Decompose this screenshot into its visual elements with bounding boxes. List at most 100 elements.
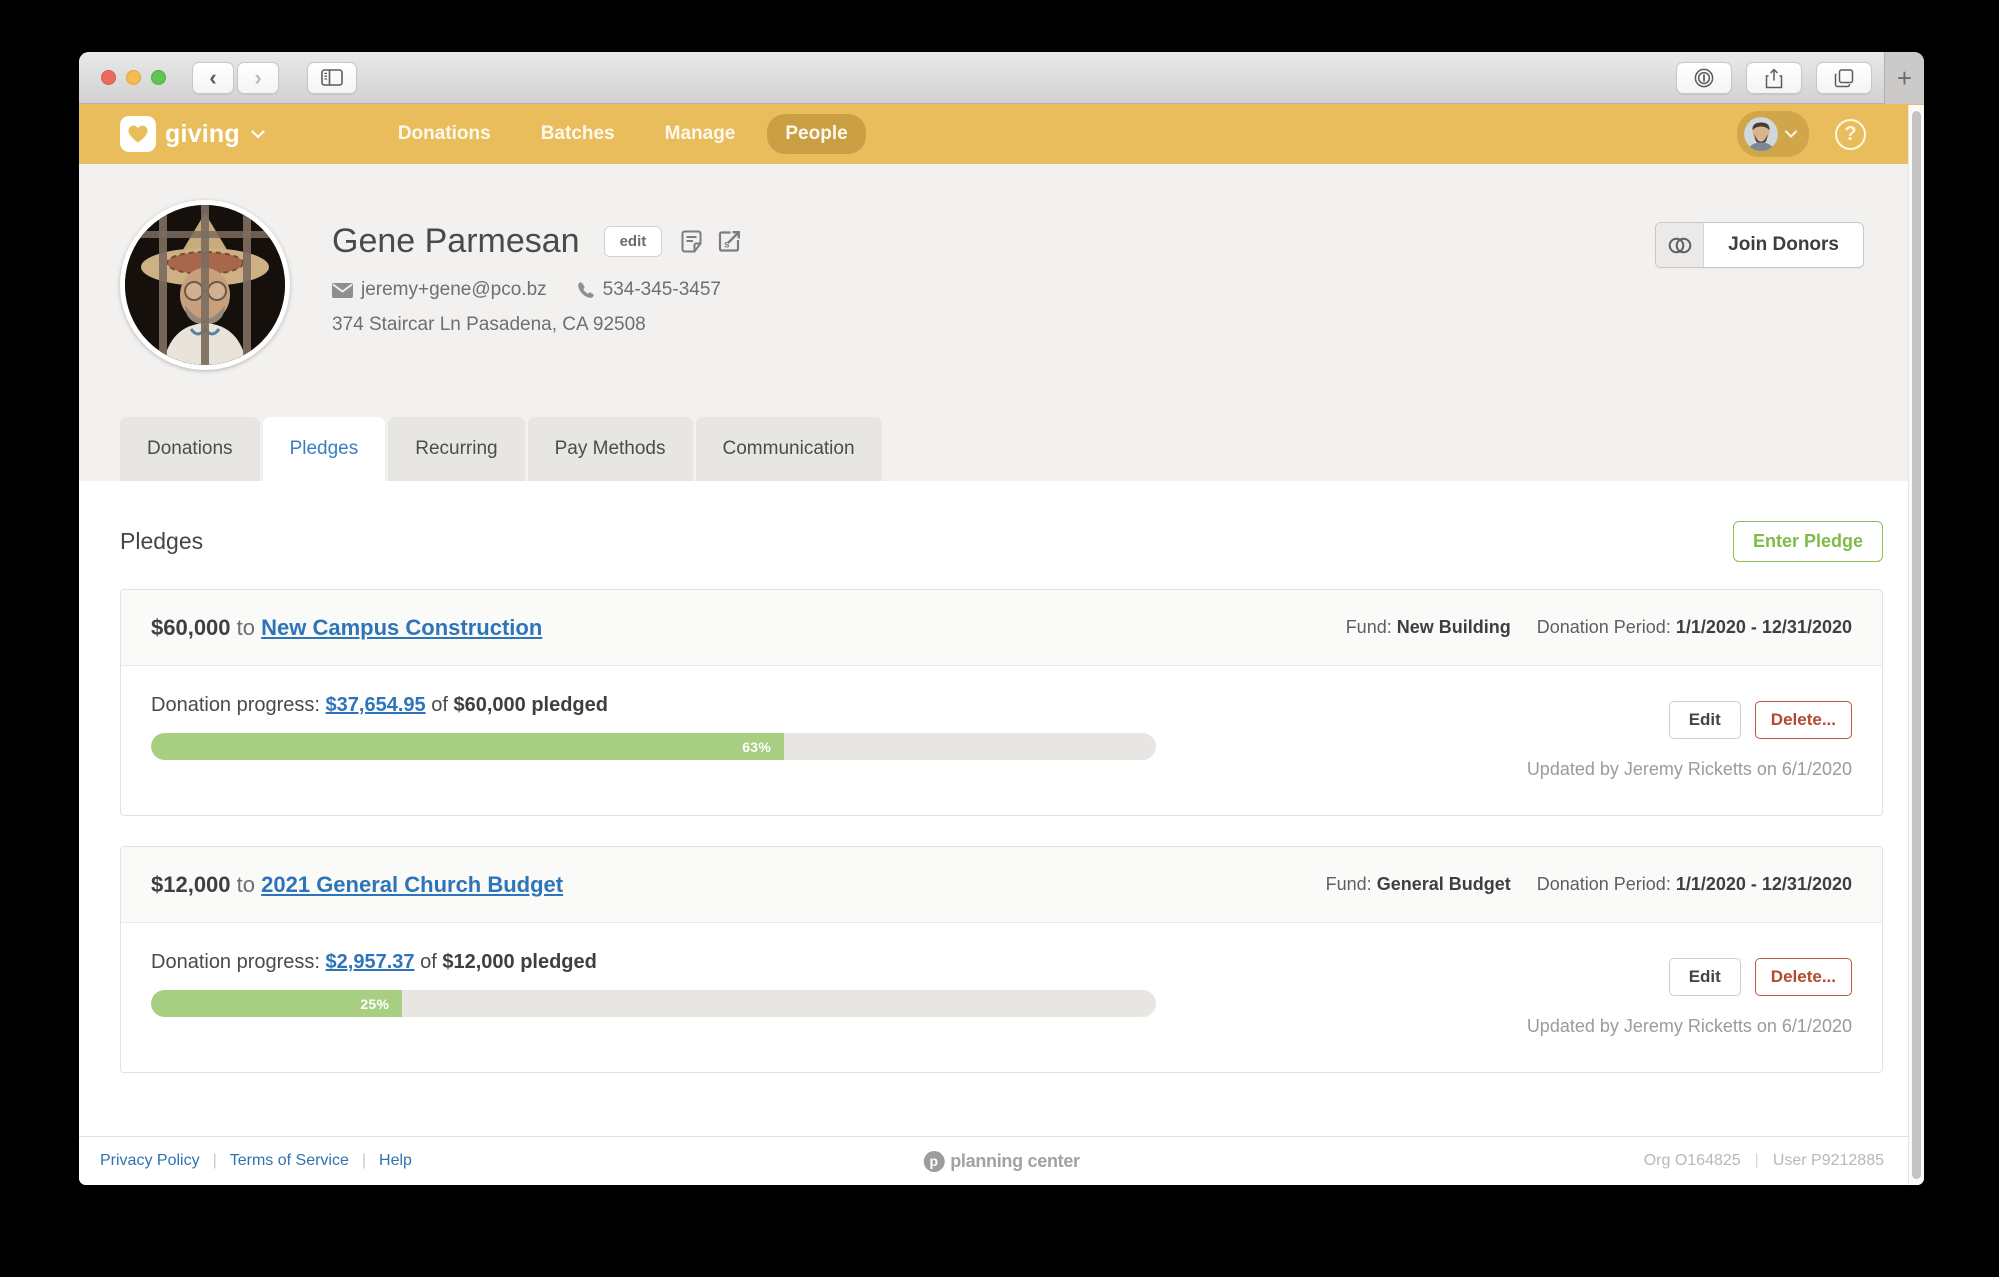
minimize-window-button[interactable] xyxy=(126,70,141,85)
scrollbar-track[interactable] xyxy=(1908,105,1924,1185)
period-pair: Donation Period: 1/1/2020 - 12/31/2020 xyxy=(1537,617,1852,638)
password-extension-button[interactable] xyxy=(1676,62,1732,94)
brand-name: giving xyxy=(165,119,240,148)
terms-of-service-link[interactable]: Terms of Service xyxy=(230,1152,349,1170)
pledge-amount: $12,000 xyxy=(151,871,231,897)
progress-bar-fill: 63% xyxy=(151,733,785,760)
section-title: Pledges xyxy=(120,528,204,554)
pledge-card-header: $60,000 to New Campus Construction Fund:… xyxy=(121,590,1882,666)
delete-pledge-button[interactable]: Delete... xyxy=(1754,958,1852,996)
pledge-summary: $12,000 to 2021 General Church Budget xyxy=(151,872,563,898)
merge-donors-icon xyxy=(1656,223,1705,267)
address-line: 374 Staircar Ln Pasadena, CA 92508 xyxy=(332,314,646,335)
of-word: of xyxy=(420,951,437,973)
nav-item-donations[interactable]: Donations xyxy=(380,114,509,154)
nav-item-people[interactable]: People xyxy=(767,114,866,154)
tab-communication[interactable]: Communication xyxy=(695,417,882,481)
tabs-overview-icon xyxy=(1834,68,1854,88)
join-donors-label: Join Donors xyxy=(1728,234,1839,255)
actions-column: Edit Delete... Updated by Jeremy Rickett… xyxy=(1156,951,1852,1072)
to-word: to xyxy=(236,614,256,640)
pledge-card-header: $12,000 to 2021 General Church Budget Fu… xyxy=(121,847,1882,923)
join-donors-button[interactable]: Join Donors xyxy=(1655,222,1864,268)
close-window-button[interactable] xyxy=(101,70,116,85)
zoom-window-button[interactable] xyxy=(151,70,166,85)
period-value: 1/1/2020 - 12/31/2020 xyxy=(1675,617,1852,637)
profile-photo xyxy=(120,200,290,370)
tab-recurring[interactable]: Recurring xyxy=(388,417,525,481)
fund-pair: Fund: General Budget xyxy=(1326,874,1511,895)
pledge-card-body: Donation progress: $2,957.37 of $12,000 … xyxy=(121,923,1882,1072)
progress-column: Donation progress: $2,957.37 of $12,000 … xyxy=(151,951,1156,1072)
pledges-panel: Pledges Enter Pledge $60,000 to New Camp… xyxy=(79,481,1924,1136)
question-mark-icon: ? xyxy=(1844,122,1857,145)
pledged-amount: $12,000 pledged xyxy=(442,951,597,973)
edit-pledge-button[interactable]: Edit xyxy=(1668,701,1741,739)
window-controls xyxy=(101,70,166,85)
period-pair: Donation Period: 1/1/2020 - 12/31/2020 xyxy=(1537,874,1852,895)
nav-item-manage[interactable]: Manage xyxy=(647,114,754,154)
progress-percent-label: 25% xyxy=(360,995,390,1012)
profile-tabs: Donations Pledges Recurring Pay Methods … xyxy=(120,417,1924,481)
updated-by-text: Updated by Jeremy Ricketts on 6/1/2020 xyxy=(1526,1016,1852,1036)
browser-window: ‹ › + giving Donations Batches Manage Pe… xyxy=(79,52,1924,1185)
phone-icon xyxy=(577,281,595,299)
chevron-down-icon xyxy=(1785,130,1797,138)
share-button[interactable] xyxy=(1746,62,1802,94)
help-button[interactable]: ? xyxy=(1835,118,1866,150)
pledge-summary: $60,000 to New Campus Construction xyxy=(151,615,542,641)
scrollbar-thumb[interactable] xyxy=(1912,111,1921,1179)
account-menu[interactable] xyxy=(1737,111,1809,157)
fund-label: Fund: xyxy=(1345,617,1392,637)
progress-bar-fill: 25% xyxy=(151,990,403,1017)
brand-block[interactable]: giving xyxy=(120,116,265,152)
pledge-actions: Edit Delete... xyxy=(1668,701,1852,739)
note-icon[interactable] xyxy=(680,230,703,253)
divider: | xyxy=(212,1152,217,1169)
divider: | xyxy=(361,1152,367,1169)
nav-item-batches[interactable]: Batches xyxy=(523,114,633,154)
history-nav: ‹ › xyxy=(192,61,279,94)
progress-bar-track: 63% xyxy=(151,733,1156,760)
sidebar-toggle-button[interactable] xyxy=(307,61,357,94)
app-nav: Donations Batches Manage People xyxy=(380,114,866,154)
delete-pledge-button[interactable]: Delete... xyxy=(1754,701,1852,739)
pledge-card: $60,000 to New Campus Construction Fund:… xyxy=(120,589,1883,816)
email-item: jeremy+gene@pco.bz xyxy=(332,279,547,301)
help-link[interactable]: Help xyxy=(379,1152,412,1170)
app-footer: Privacy Policy | Terms of Service | Help… xyxy=(79,1136,1924,1185)
profile-quick-icons: s xyxy=(680,230,741,253)
donated-amount-link[interactable]: $2,957.37 xyxy=(326,951,415,973)
phone-value: 534-345-3457 xyxy=(602,279,721,300)
plus-icon: + xyxy=(1896,62,1913,93)
updated-by-text: Updated by Jeremy Ricketts on 6/1/2020 xyxy=(1526,759,1852,779)
back-button[interactable]: ‹ xyxy=(192,61,234,94)
edit-pledge-button[interactable]: Edit xyxy=(1668,958,1741,996)
pledge-actions: Edit Delete... xyxy=(1668,958,1852,996)
edit-profile-button[interactable]: edit xyxy=(603,226,663,257)
actions-column: Edit Delete... Updated by Jeremy Rickett… xyxy=(1156,694,1852,815)
tab-pledges[interactable]: Pledges xyxy=(262,417,386,481)
forward-button[interactable]: › xyxy=(237,61,279,94)
giving-logo-icon xyxy=(120,116,156,152)
donated-amount-link[interactable]: $37,654.95 xyxy=(326,694,426,716)
open-in-services-icon[interactable]: s xyxy=(718,230,741,253)
pledges-header: Pledges Enter Pledge xyxy=(120,521,1883,562)
tab-donations[interactable]: Donations xyxy=(120,417,260,481)
fund-pair: Fund: New Building xyxy=(1346,617,1511,638)
planning-center-brand: p planning center xyxy=(923,1150,1080,1172)
campaign-link[interactable]: 2021 General Church Budget xyxy=(261,872,563,897)
enter-pledge-button[interactable]: Enter Pledge xyxy=(1732,521,1883,562)
fund-value: General Budget xyxy=(1376,874,1511,894)
email-value[interactable]: jeremy+gene@pco.bz xyxy=(361,279,547,301)
tab-overview-button[interactable] xyxy=(1816,62,1872,94)
person-name: Gene Parmesan xyxy=(332,222,580,260)
user-id: User P9212885 xyxy=(1772,1152,1884,1169)
tab-pay-methods[interactable]: Pay Methods xyxy=(527,417,693,481)
campaign-link[interactable]: New Campus Construction xyxy=(261,615,542,640)
name-row: Gene Parmesan edit s xyxy=(332,222,1655,261)
header-right: ? xyxy=(1737,111,1866,157)
new-tab-button[interactable]: + xyxy=(1884,52,1924,104)
privacy-policy-link[interactable]: Privacy Policy xyxy=(100,1152,200,1170)
footer-meta: Org O164825 | User P9212885 xyxy=(1644,1152,1884,1170)
